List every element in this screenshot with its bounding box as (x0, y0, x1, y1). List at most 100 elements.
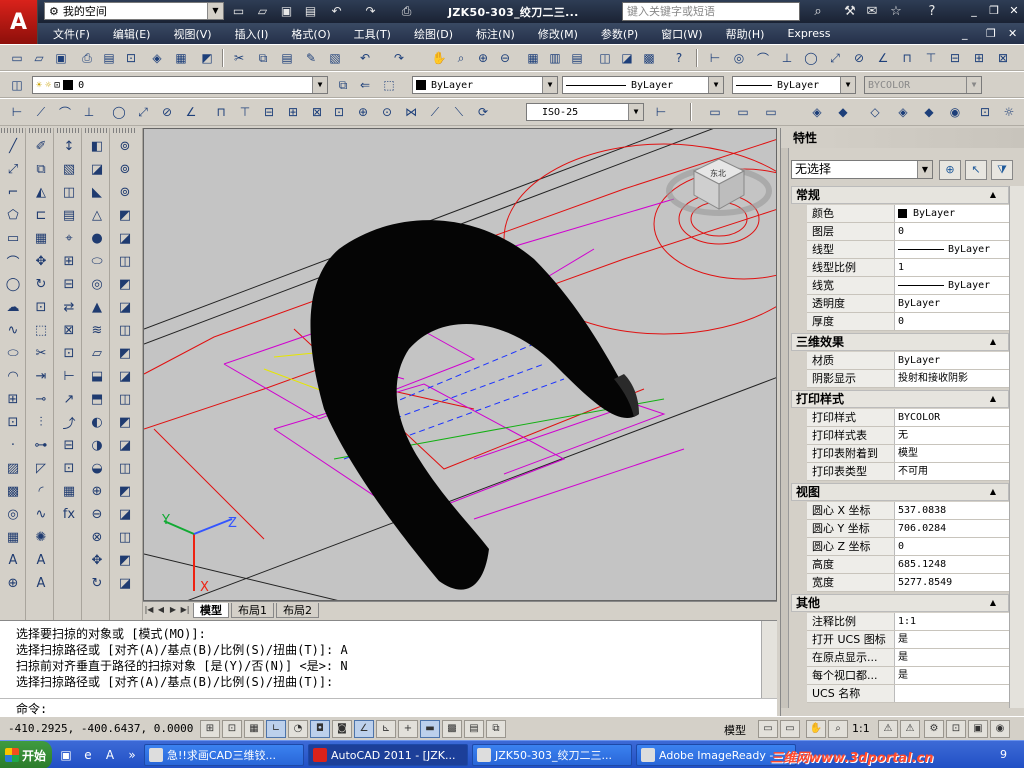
cut-icon[interactable]: ✂ (230, 49, 248, 67)
dim-radius-icon[interactable]: ◯ (802, 49, 820, 67)
extrude-icon[interactable]: ⬓ (87, 366, 107, 386)
property-value[interactable]: 1:1 (898, 613, 1008, 630)
visual-style-hidden-icon[interactable]: ▭ (734, 103, 752, 121)
text-edit-icon[interactable]: A (31, 573, 51, 593)
plot-preview-icon[interactable]: ▤ (100, 49, 118, 67)
region-mass-icon[interactable]: ◫ (59, 182, 79, 202)
subscription-center-icon[interactable]: ⚒ (840, 3, 860, 20)
property-value[interactable]: ByLayer (898, 241, 1008, 258)
dim-text-edit-icon[interactable]: ⟍ (450, 103, 468, 121)
insert-block-icon[interactable]: ⊞ (3, 389, 23, 409)
redo-button-icon[interactable]: ↷ (390, 49, 408, 67)
minimize-icon[interactable]: _ (966, 4, 982, 18)
property-value[interactable]: ByLayer (898, 352, 1008, 369)
visual-styles-manager-icon[interactable]: ⊡ (976, 103, 994, 121)
solid-subtract-icon[interactable]: ⊚ (115, 159, 135, 179)
toolbar-lock-icon[interactable]: ⊡ (946, 720, 966, 738)
menu-view[interactable]: 视图(V) (166, 26, 218, 42)
property-row[interactable]: 颜色 ByLayer (807, 205, 1009, 223)
property-section-header[interactable]: 常规 ▲ (791, 186, 1009, 204)
rectangle-icon[interactable]: ▭ (3, 228, 23, 248)
dim-arc2-icon[interactable]: ⌒ (56, 103, 74, 121)
annotation-scale[interactable]: 1:1 (852, 722, 870, 735)
dim-diameter-icon[interactable]: ⊘ (850, 49, 868, 67)
viewcube[interactable]: 东北 (666, 158, 772, 216)
3d-print-icon[interactable]: ◈ (148, 49, 166, 67)
mirror-icon[interactable]: ◭ (31, 182, 51, 202)
3d-rotate-icon[interactable]: ↻ (87, 573, 107, 593)
mtext-icon[interactable]: A (3, 550, 23, 570)
dimstyle-dropdown[interactable]: ISO-25 ▼ (526, 103, 644, 121)
dynamic-ucs-icon[interactable]: ⊾ (376, 720, 396, 738)
tolerance-icon[interactable]: ⊡ (330, 103, 348, 121)
region-icon[interactable]: ◎ (3, 504, 23, 524)
color-dropdown[interactable]: ByLayer ▼ (412, 76, 558, 94)
mleader-icon[interactable]: ⤴ (59, 412, 79, 432)
menu-close-icon[interactable]: ✕ (1008, 27, 1017, 40)
dim-continue-icon[interactable]: ⊟ (946, 49, 964, 67)
separate-icon[interactable]: ◩ (115, 481, 135, 501)
property-section-header[interactable]: 三维效果 ▲ (791, 333, 1009, 351)
coordinate-readout[interactable]: -410.2925, -400.6437, 0.0000 (8, 722, 193, 735)
offset-faces-icon[interactable]: ◫ (115, 251, 135, 271)
property-row[interactable]: 打印表类型 不可用 (807, 463, 1009, 481)
polysolid-icon[interactable]: ◧ (87, 136, 107, 156)
menu-minimize-icon[interactable]: _ (962, 27, 968, 40)
help-search-input[interactable]: 键入关键字或短语 (622, 2, 800, 21)
move-icon[interactable]: ✥ (31, 251, 51, 271)
rotate-icon[interactable]: ↻ (31, 274, 51, 294)
tab-model[interactable]: 模型 (193, 602, 229, 618)
loft-icon[interactable]: ◒ (87, 458, 107, 478)
property-value[interactable]: ByLayer (898, 277, 1008, 294)
dim-arc-icon[interactable]: ⌒ (754, 49, 772, 67)
object-snap-icon[interactable]: ◘ (310, 720, 330, 738)
ellipse-icon[interactable]: ⬭ (3, 343, 23, 363)
property-row[interactable]: 圆心 Z 坐标 0 (807, 538, 1009, 556)
property-row[interactable]: 圆心 Y 坐标 706.0284 (807, 520, 1009, 538)
layer-manager-icon[interactable]: ◫ (8, 76, 26, 94)
trim-icon[interactable]: ✂ (31, 343, 51, 363)
arc-icon[interactable]: ⌒ (3, 251, 23, 271)
revolve-icon[interactable]: ◑ (87, 435, 107, 455)
point-icon[interactable]: · (3, 435, 23, 455)
prev-tab-icon[interactable]: ◀ (155, 603, 167, 617)
zoom-window-icon[interactable]: ⊕ (474, 49, 492, 67)
menu-express[interactable]: Express (780, 27, 837, 40)
extend-icon[interactable]: ⇥ (31, 366, 51, 386)
imprint-icon[interactable]: ◪ (115, 435, 135, 455)
command-scrollbar[interactable] (761, 621, 777, 699)
color-edges-icon[interactable]: ◩ (115, 412, 135, 432)
break-at-point-icon[interactable]: ⊸ (31, 389, 51, 409)
property-row[interactable]: UCS 名称 (807, 685, 1009, 703)
text-icon[interactable]: A (31, 550, 51, 570)
favorites-star-icon[interactable]: ☆ (886, 3, 906, 20)
transparency-icon[interactable]: ▩ (442, 720, 462, 738)
chevron-right-icon[interactable]: » (124, 747, 140, 763)
property-row[interactable]: 线型 ByLayer (807, 241, 1009, 259)
property-value[interactable]: 模型 (898, 445, 1008, 462)
property-row[interactable]: 注释比例 1:1 (807, 613, 1009, 631)
break-icon[interactable]: ⫶ (31, 412, 51, 432)
offset-icon[interactable]: ⊏ (31, 205, 51, 225)
zoom-realtime-icon[interactable]: ⌕ (452, 49, 470, 67)
clean-icon[interactable]: ◫ (115, 458, 135, 478)
next-tab-icon[interactable]: ▶ (167, 603, 179, 617)
workspace-switch-icon[interactable]: ⚙ (924, 720, 944, 738)
flatshot-icon[interactable]: ◪ (115, 573, 135, 593)
shell-icon[interactable]: ◪ (115, 504, 135, 524)
palette-grip[interactable] (57, 128, 81, 133)
shaded-icon[interactable]: ◆ (834, 103, 852, 121)
spline-icon[interactable]: ∿ (3, 320, 23, 340)
property-row[interactable]: 打印表附着到 模型 (807, 445, 1009, 463)
dim-jogged-icon[interactable]: ⤢ (826, 49, 844, 67)
section-plane-icon[interactable]: ◩ (115, 550, 135, 570)
erase-icon[interactable]: ✐ (31, 136, 51, 156)
visual-style-realistic-icon[interactable]: ▭ (762, 103, 780, 121)
jogged-linear-icon[interactable]: ⋈ (402, 103, 420, 121)
tab-layout1[interactable]: 布局1 (231, 602, 274, 618)
dim-jogged2-icon[interactable]: ⤢ (134, 103, 152, 121)
property-value[interactable]: 537.0838 (898, 502, 1008, 519)
block-attribute-icon[interactable]: ⊟ (59, 274, 79, 294)
application-menu-button[interactable]: A (0, 0, 38, 44)
hardware-acceleration-icon[interactable]: ▣ (968, 720, 988, 738)
